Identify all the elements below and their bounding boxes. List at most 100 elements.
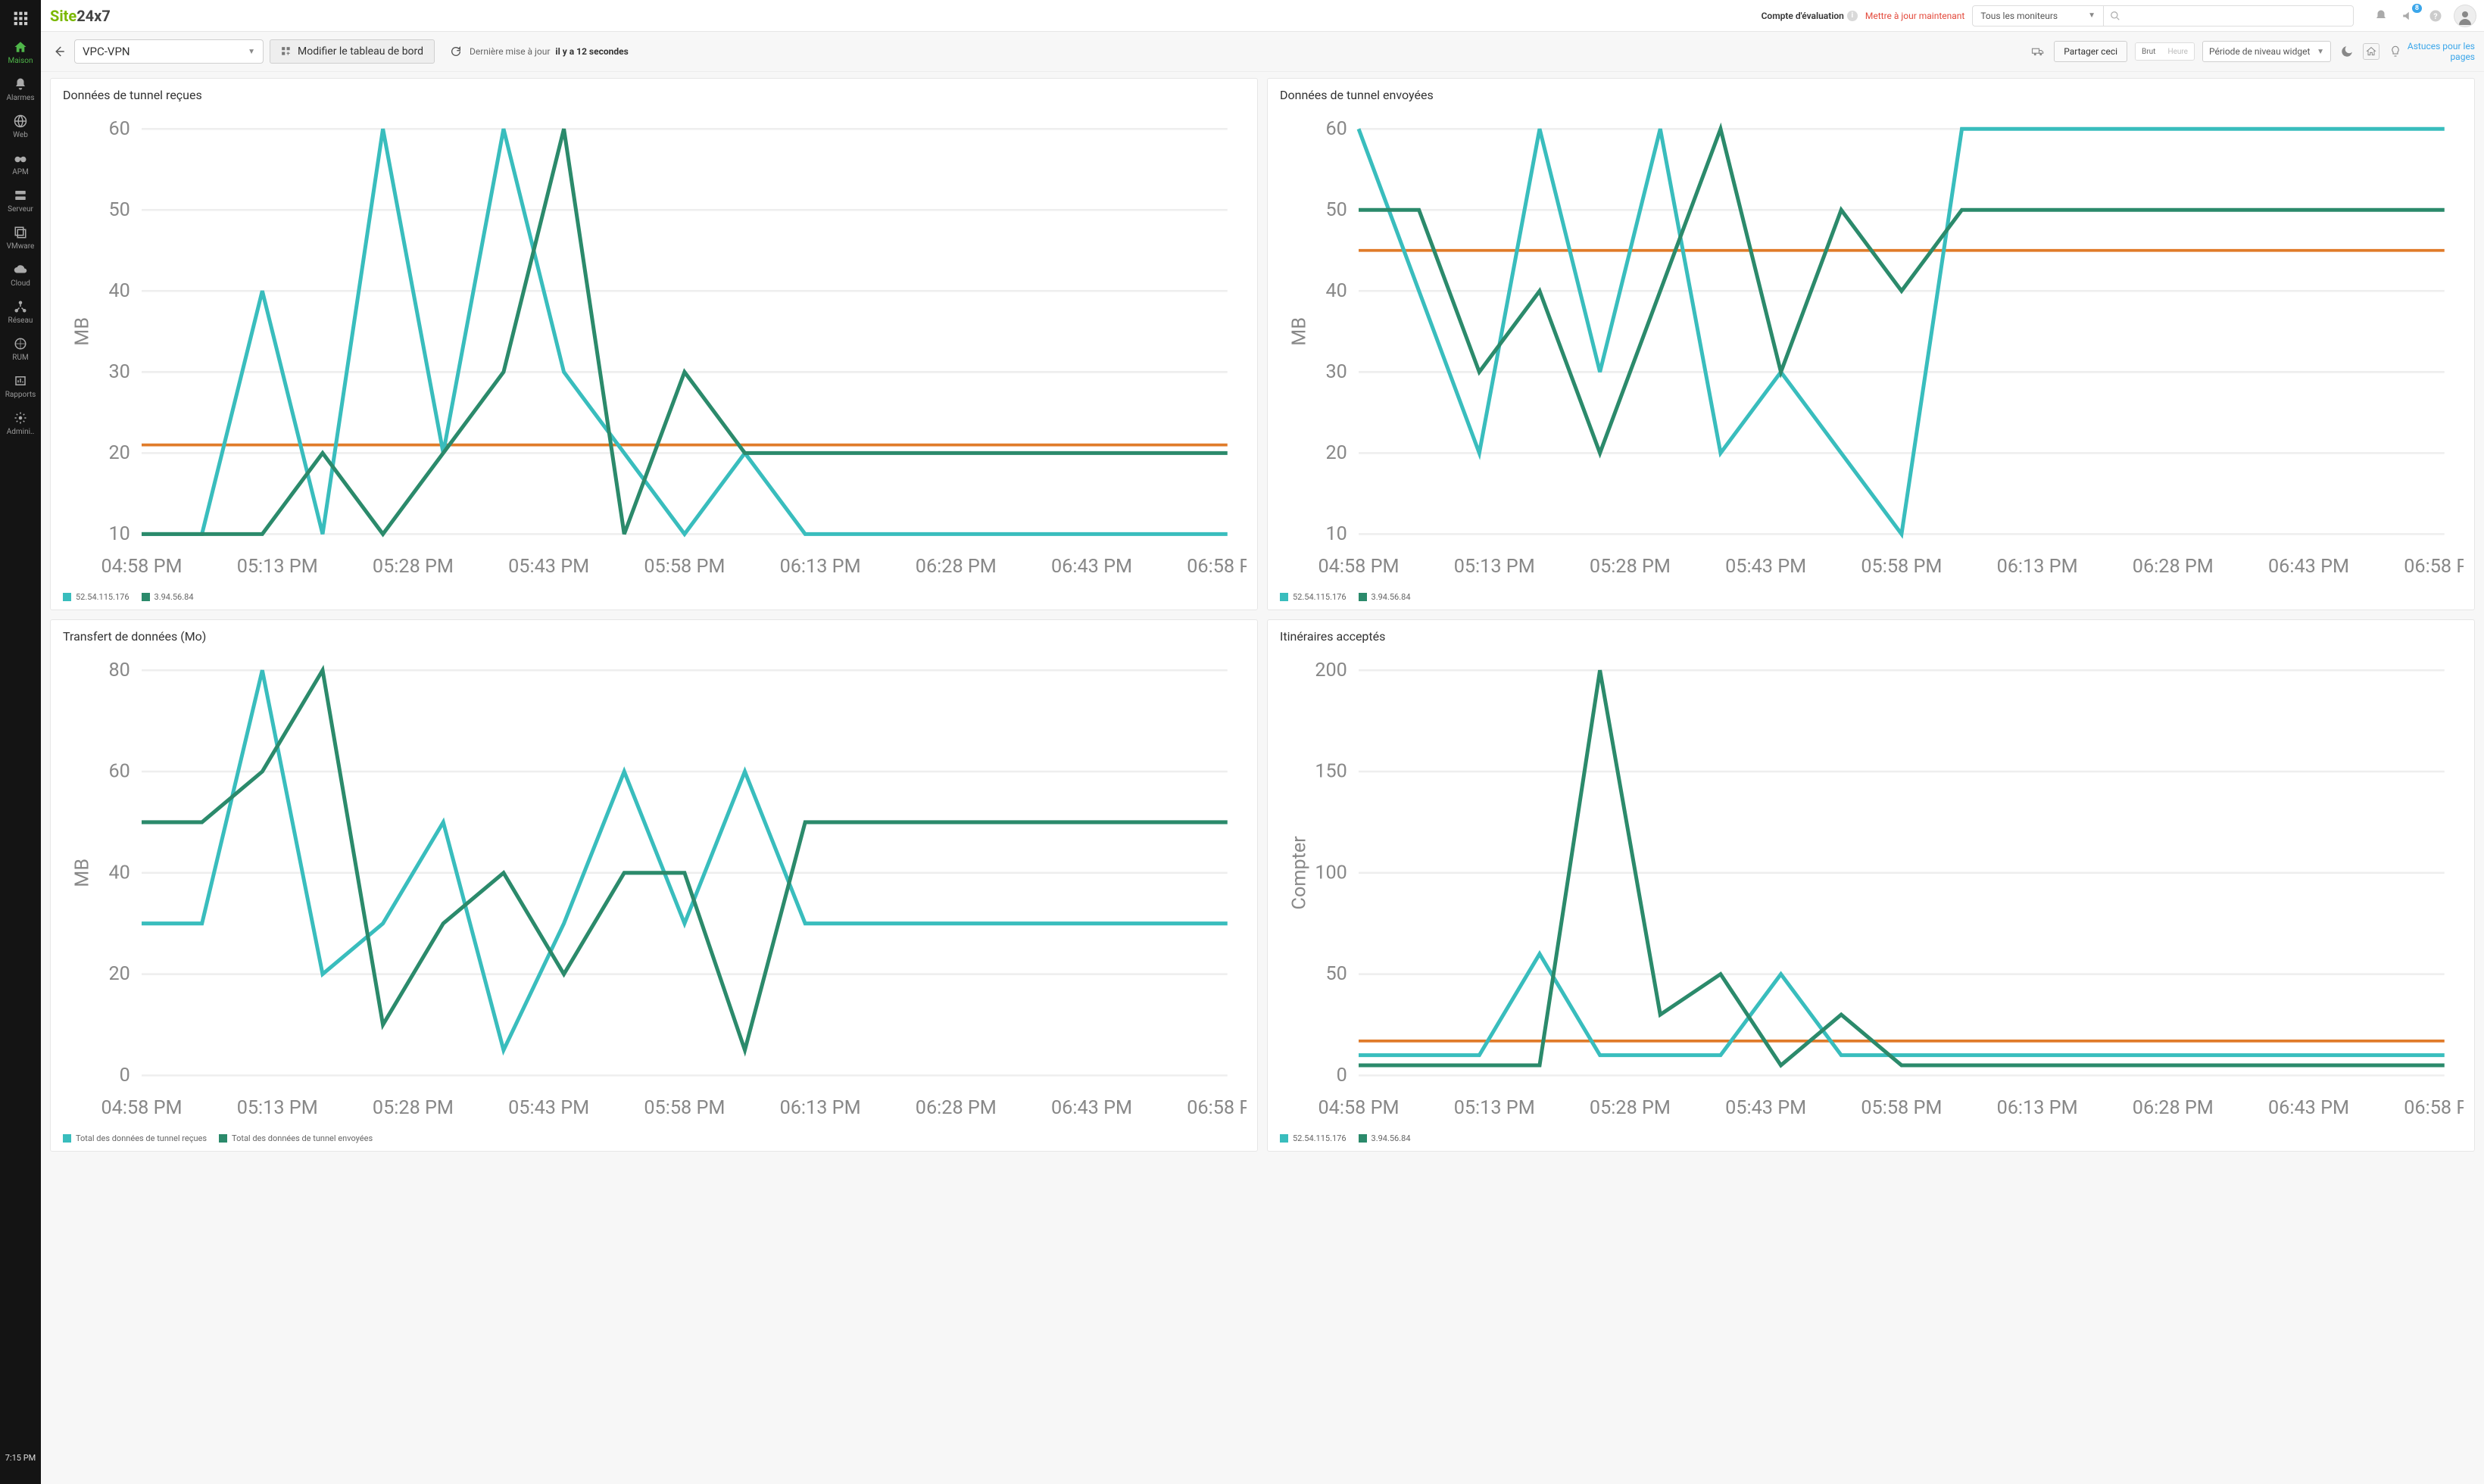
svg-text:50: 50 bbox=[1325, 199, 1347, 221]
page-tips-link[interactable]: Astuces pour les pages bbox=[2407, 41, 2475, 62]
global-search[interactable] bbox=[2104, 5, 2354, 26]
sidebar-item-serveur[interactable]: Serveur bbox=[0, 182, 41, 219]
svg-text:60: 60 bbox=[1325, 118, 1347, 140]
svg-text:60: 60 bbox=[108, 118, 130, 140]
svg-text:50: 50 bbox=[108, 199, 130, 221]
sidebar-item-reseau[interactable]: Réseau bbox=[0, 293, 41, 330]
sidebar-item-rapports[interactable]: Rapports bbox=[0, 367, 41, 404]
svg-text:10: 10 bbox=[1325, 523, 1347, 545]
chart-card-tunnel-sent: Données de tunnel envoyées 102030405060M… bbox=[1267, 78, 2475, 610]
legend-swatch bbox=[1359, 593, 1367, 601]
svg-text:05:28 PM: 05:28 PM bbox=[1590, 1097, 1671, 1119]
globe-icon bbox=[13, 114, 28, 129]
delivery-icon[interactable] bbox=[2030, 43, 2046, 60]
sidebar-item-cloud[interactable]: Cloud bbox=[0, 256, 41, 293]
svg-text:200: 200 bbox=[1315, 659, 1347, 681]
svg-text:05:43 PM: 05:43 PM bbox=[508, 1097, 589, 1119]
svg-text:04:58 PM: 04:58 PM bbox=[101, 556, 182, 578]
legend-swatch bbox=[63, 1134, 71, 1143]
svg-text:05:13 PM: 05:13 PM bbox=[237, 556, 318, 578]
chevron-down-icon: ▼ bbox=[2317, 48, 2324, 56]
chart-svg: 020406080MB04:58 PM05:13 PM05:28 PM05:43… bbox=[61, 651, 1247, 1129]
time-level-select[interactable]: Période de niveau widget ▼ bbox=[2202, 41, 2331, 62]
svg-text:80: 80 bbox=[108, 659, 130, 681]
svg-text:05:28 PM: 05:28 PM bbox=[373, 556, 454, 578]
svg-text:06:58 PM: 06:58 PM bbox=[2404, 1097, 2464, 1119]
svg-text:05:58 PM: 05:58 PM bbox=[1861, 556, 1942, 578]
last-update-label: Dernière mise à jour il y a 12 secondes bbox=[470, 46, 629, 57]
svg-text:0: 0 bbox=[1337, 1065, 1347, 1086]
left-sidebar: Maison Alarmes Web APM Serveur VMware Cl… bbox=[0, 0, 41, 1484]
svg-text:20: 20 bbox=[108, 442, 130, 464]
sidebar-item-alarmes[interactable]: Alarmes bbox=[0, 70, 41, 108]
search-input[interactable] bbox=[2125, 11, 2347, 21]
top-bar: Site24x7 Compte d'évaluation i Mettre à … bbox=[41, 0, 2484, 32]
sidebar-item-label: Réseau bbox=[8, 316, 33, 326]
svg-text:06:13 PM: 06:13 PM bbox=[780, 556, 861, 578]
svg-text:05:58 PM: 05:58 PM bbox=[644, 556, 725, 578]
legend-swatch bbox=[142, 593, 150, 601]
svg-text:MB: MB bbox=[71, 317, 93, 346]
refresh-button[interactable] bbox=[448, 44, 463, 59]
monitor-select[interactable]: Tous les moniteurs ▼ bbox=[1972, 5, 2104, 26]
help-icon[interactable]: ? bbox=[2426, 7, 2445, 25]
chart-card-tunnel-received: Données de tunnel reçues 102030405060MB0… bbox=[50, 78, 1258, 610]
svg-text:MB: MB bbox=[71, 859, 93, 887]
apps-menu-button[interactable] bbox=[13, 5, 28, 33]
svg-text:30: 30 bbox=[1325, 361, 1347, 383]
sidebar-item-vmware[interactable]: VMware bbox=[0, 219, 41, 256]
svg-text:06:13 PM: 06:13 PM bbox=[1997, 556, 2078, 578]
svg-text:04:58 PM: 04:58 PM bbox=[1318, 1097, 1399, 1119]
sidebar-item-label: APM bbox=[12, 168, 29, 177]
server-icon bbox=[13, 188, 28, 203]
dark-mode-icon[interactable] bbox=[2339, 43, 2355, 60]
chart-svg: 050100150200Compter04:58 PM05:13 PM05:28… bbox=[1278, 651, 2464, 1129]
svg-text:05:58 PM: 05:58 PM bbox=[1861, 1097, 1942, 1119]
modify-dashboard-button[interactable]: Modifier le tableau de bord bbox=[270, 39, 435, 64]
upgrade-link[interactable]: Mettre à jour maintenant bbox=[1865, 11, 1964, 21]
svg-text:06:28 PM: 06:28 PM bbox=[2133, 556, 2214, 578]
segment-hour[interactable]: Heure bbox=[2161, 43, 2194, 60]
legend-swatch bbox=[63, 593, 71, 601]
sidebar-item-web[interactable]: Web bbox=[0, 108, 41, 145]
chevron-down-icon: ▼ bbox=[2088, 11, 2095, 20]
svg-text:10: 10 bbox=[108, 523, 130, 545]
legend-swatch bbox=[1359, 1134, 1367, 1143]
svg-text:06:28 PM: 06:28 PM bbox=[916, 556, 997, 578]
user-avatar[interactable] bbox=[2454, 5, 2476, 27]
svg-text:06:13 PM: 06:13 PM bbox=[780, 1097, 861, 1119]
sidebar-item-maison[interactable]: Maison bbox=[0, 33, 41, 70]
announcements-icon[interactable]: 8 bbox=[2399, 7, 2417, 25]
chart-card-routes-accepted: Itinéraires acceptés 050100150200Compter… bbox=[1267, 619, 2475, 1152]
chevron-down-icon: ▼ bbox=[248, 48, 255, 56]
notifications-bell-icon[interactable] bbox=[2372, 7, 2390, 25]
sidebar-item-label: Admini.. bbox=[7, 428, 35, 437]
dashboard-title-select[interactable]: VPC-VPN ▼ bbox=[74, 39, 264, 64]
svg-text:06:58 PM: 06:58 PM bbox=[1187, 556, 1247, 578]
bell-icon bbox=[13, 76, 28, 92]
svg-text:05:58 PM: 05:58 PM bbox=[644, 1097, 725, 1119]
svg-text:06:58 PM: 06:58 PM bbox=[2404, 556, 2464, 578]
lightbulb-icon bbox=[2387, 43, 2404, 60]
svg-text:60: 60 bbox=[108, 761, 130, 783]
svg-text:05:43 PM: 05:43 PM bbox=[508, 556, 589, 578]
info-icon[interactable]: i bbox=[1847, 11, 1858, 21]
sidebar-item-rum[interactable]: RUM bbox=[0, 330, 41, 367]
back-button[interactable] bbox=[50, 42, 68, 61]
svg-text:06:58 PM: 06:58 PM bbox=[1187, 1097, 1247, 1119]
svg-text:0: 0 bbox=[120, 1065, 130, 1086]
card-title: Transfert de données (Mo) bbox=[61, 628, 1247, 651]
sidebar-clock: 7:15 PM bbox=[5, 1442, 36, 1484]
brand-logo[interactable]: Site24x7 bbox=[50, 7, 111, 25]
share-button[interactable]: Partager ceci bbox=[2054, 41, 2127, 62]
dashboard-toolbar: VPC-VPN ▼ Modifier le tableau de bord De… bbox=[41, 32, 2484, 72]
svg-text:04:58 PM: 04:58 PM bbox=[101, 1097, 182, 1119]
sidebar-item-admin[interactable]: Admini.. bbox=[0, 404, 41, 441]
chart-legend: 52.54.115.176 3.94.56.84 bbox=[1278, 1129, 2464, 1145]
svg-text:40: 40 bbox=[108, 280, 130, 302]
segment-raw[interactable]: Brut bbox=[2136, 43, 2161, 60]
set-home-icon[interactable] bbox=[2363, 43, 2379, 60]
svg-text:05:13 PM: 05:13 PM bbox=[1454, 1097, 1535, 1119]
svg-text:?: ? bbox=[2433, 11, 2437, 20]
sidebar-item-apm[interactable]: APM bbox=[0, 145, 41, 182]
